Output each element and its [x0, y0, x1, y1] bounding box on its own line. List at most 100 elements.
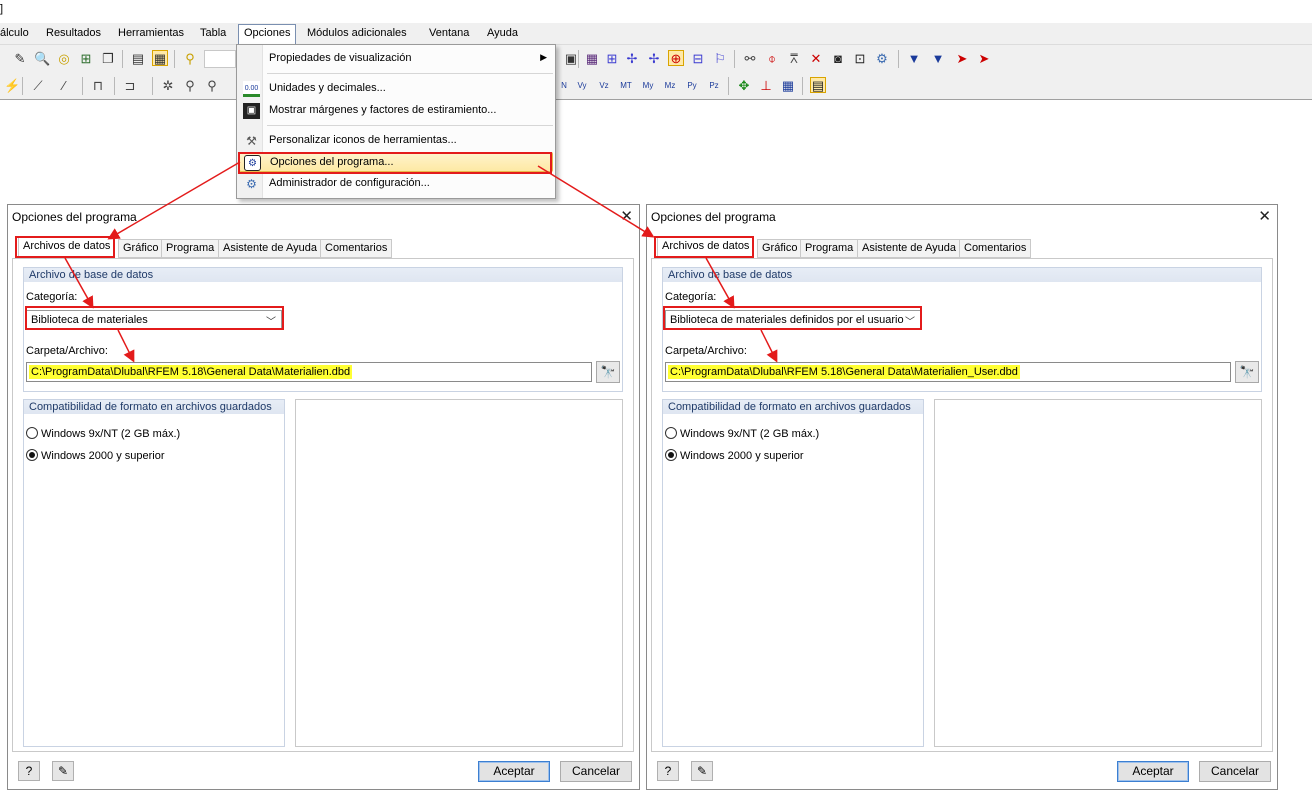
tab-programa[interactable]: Programa	[161, 239, 220, 258]
person-icon[interactable]: ⚲	[182, 51, 198, 67]
search-results-icon[interactable]: ⚲	[182, 78, 198, 94]
browse-icon[interactable]: 🔭	[596, 361, 620, 383]
toolbar-combo[interactable]	[204, 50, 236, 68]
scale-icon[interactable]: ⁄	[56, 78, 72, 94]
label-icon[interactable]: ⊞	[78, 51, 94, 67]
toolbar-separator	[122, 50, 123, 68]
pencil-icon[interactable]: ✎	[12, 51, 28, 67]
node-icon[interactable]: ✢	[624, 51, 640, 67]
folder-path-value: C:\ProgramData\Dlubal\RFEM 5.18\General …	[29, 365, 353, 379]
tab-comentarios[interactable]: Comentarios	[320, 239, 393, 258]
accept-button[interactable]: Aceptar	[1117, 761, 1189, 782]
moment-my-icon[interactable]: My	[640, 78, 656, 94]
tab-asistente-ayuda[interactable]: Asistente de Ayuda	[218, 239, 322, 258]
radio-win9x[interactable]: Windows 9x/NT (2 GB máx.)	[26, 427, 180, 440]
search-results2-icon[interactable]: ⚲	[204, 78, 220, 94]
margins-icon: ▣	[243, 103, 260, 119]
arrow-red2-icon[interactable]: ➤	[976, 51, 992, 67]
browse-icon[interactable]: 🔭	[1235, 361, 1259, 383]
menu-tabla[interactable]: Tabla	[200, 27, 226, 39]
window-icon[interactable]: ❐	[100, 51, 116, 67]
zoom-small-icon[interactable]: ▣	[563, 51, 579, 67]
folder-label: Carpeta/Archivo:	[665, 345, 747, 357]
help-icon[interactable]: ?	[18, 761, 40, 781]
force-vy-icon[interactable]: Vy	[574, 78, 590, 94]
member-icon[interactable]: ⊕	[668, 50, 684, 66]
step-icon[interactable]: ⊐	[122, 78, 138, 94]
node2-icon[interactable]: ✢	[646, 51, 662, 67]
table-icon[interactable]: ▦	[152, 50, 168, 66]
tab-panel: Archivo de base de datos Categoría: Bibl…	[651, 258, 1273, 752]
category-label: Categoría:	[665, 291, 717, 303]
chart-icon[interactable]: ⟋	[30, 78, 46, 94]
rotate-icon[interactable]: ⌽	[764, 51, 780, 67]
radio-win9x[interactable]: Windows 9x/NT (2 GB máx.)	[665, 427, 819, 440]
menu-opciones[interactable]: Opciones	[238, 24, 297, 45]
menu-calculo[interactable]: álculo	[0, 27, 29, 39]
menu-item-propiedades-visualizacion[interactable]: Propiedades de visualización ▶	[239, 49, 553, 69]
radio-win2000[interactable]: Windows 2000 y superior	[26, 449, 165, 462]
menu-modulos-adicionales[interactable]: Módulos adicionales	[307, 27, 407, 39]
highlight-box-category-right	[663, 306, 922, 330]
folder-path-field[interactable]: C:\ProgramData\Dlubal\RFEM 5.18\General …	[26, 362, 592, 382]
edit-icon[interactable]: ✎	[691, 761, 713, 781]
folder-path-field[interactable]: C:\ProgramData\Dlubal\RFEM 5.18\General …	[665, 362, 1231, 382]
arrow-red-icon[interactable]: ➤	[954, 51, 970, 67]
tree-icon[interactable]: ✥	[736, 78, 752, 94]
cross-icon[interactable]: ✕	[808, 51, 824, 67]
accept-button[interactable]: Aceptar	[478, 761, 550, 782]
menu-separator	[267, 73, 553, 74]
export2-icon[interactable]: ▼	[930, 51, 946, 67]
moment-mz-icon[interactable]: Mz	[662, 78, 678, 94]
settings-box-icon[interactable]: ⊡	[852, 51, 868, 67]
report-icon[interactable]: ▤	[810, 77, 826, 93]
menu-resultados[interactable]: Resultados	[46, 27, 101, 39]
moment-mt-icon[interactable]: MT	[618, 78, 634, 94]
load-icon[interactable]: ⚡	[4, 78, 20, 94]
frame-icon[interactable]: ⊓	[90, 78, 106, 94]
toolbar-separator	[802, 77, 803, 95]
table-view-icon[interactable]: ▦	[780, 78, 796, 94]
menu-item-unidades-decimales[interactable]: 0.00 Unidades y decimales...	[239, 79, 553, 99]
section-icon[interactable]: ⊟	[690, 51, 706, 67]
cancel-button[interactable]: Cancelar	[1199, 761, 1271, 782]
radio-circle-icon	[665, 427, 677, 439]
support-icon[interactable]: ⩞	[786, 51, 802, 67]
menu-ventana[interactable]: Ventana	[429, 27, 469, 39]
gear-red-icon[interactable]: ✲	[160, 78, 176, 94]
export-icon[interactable]: ▼	[906, 51, 922, 67]
flag-icon[interactable]: ⚐	[712, 51, 728, 67]
menu-item-administrador-configuracion[interactable]: ⚙ Administrador de configuración...	[239, 174, 553, 194]
force-n-icon[interactable]: N	[556, 78, 572, 94]
zoom-icon[interactable]: 🔍	[34, 51, 50, 67]
menu-ayuda[interactable]: Ayuda	[487, 27, 518, 39]
highlight-box-tab-right	[654, 236, 754, 258]
gears-icon[interactable]: ⚙	[874, 51, 890, 67]
tab-grafico[interactable]: Gráfico	[757, 239, 803, 258]
close-icon[interactable]: ✕	[1258, 207, 1271, 225]
tab-asistente-ayuda[interactable]: Asistente de Ayuda	[857, 239, 961, 258]
close-icon[interactable]: ✕	[620, 207, 633, 225]
help-icon[interactable]: ?	[657, 761, 679, 781]
target-icon[interactable]: ◎	[56, 51, 72, 67]
menu-item-personalizar-iconos[interactable]: ⚒ Personalizar iconos de herramientas...	[239, 131, 553, 151]
camera-icon[interactable]: ◙	[830, 51, 846, 67]
grid-icon[interactable]: ▦	[584, 51, 600, 67]
radio-label: Windows 2000 y superior	[680, 450, 804, 462]
toolbar-top: ✎ 🔍 ◎ ⊞ ❐ ▤ ▦ ⚲ ▣ ▦ ⊞ ✢ ✢ ⊕ ⊟ ⚐ ⚯ ⌽ ⩞ ✕ …	[0, 45, 1312, 73]
reaction-pz-icon[interactable]: Pz	[706, 78, 722, 94]
tab-grafico[interactable]: Gráfico	[118, 239, 164, 258]
edit-icon[interactable]: ✎	[52, 761, 74, 781]
force-vz-icon[interactable]: Vz	[596, 78, 612, 94]
menu-herramientas[interactable]: Herramientas	[118, 27, 184, 39]
menu-item-mostrar-margenes[interactable]: ▣ Mostrar márgenes y factores de estiram…	[239, 101, 553, 121]
hinge-icon[interactable]: ⚯	[742, 51, 758, 67]
cancel-button[interactable]: Cancelar	[560, 761, 632, 782]
support-red-icon[interactable]: ⊥	[758, 78, 774, 94]
tab-comentarios[interactable]: Comentarios	[959, 239, 1032, 258]
list-icon[interactable]: ▤	[130, 51, 146, 67]
reaction-py-icon[interactable]: Py	[684, 78, 700, 94]
radio-win2000[interactable]: Windows 2000 y superior	[665, 449, 804, 462]
mesh-icon[interactable]: ⊞	[604, 51, 620, 67]
tab-programa[interactable]: Programa	[800, 239, 859, 258]
